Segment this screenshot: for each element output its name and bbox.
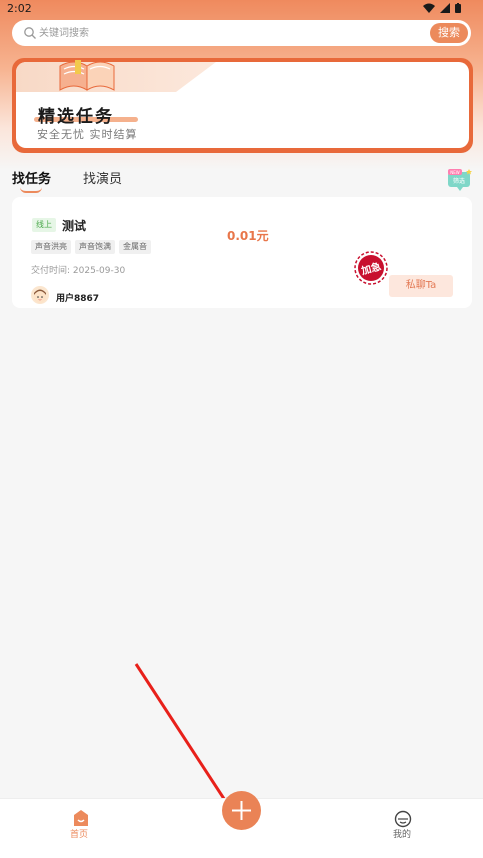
search-icon [24,27,36,39]
profile-icon[interactable] [394,810,412,828]
task-price: 0.01元 [227,229,269,243]
task-deadline: 交付时间: 2025-09-30 [31,266,126,276]
status-icons [423,3,461,13]
banner-title: 精选任务 [38,107,114,127]
tab-find-task[interactable]: 找任务 [12,168,51,187]
filter-icon[interactable]: NEW 筛选 [447,168,473,192]
battery-icon [455,3,461,13]
search-input[interactable] [39,23,429,43]
search-bar[interactable]: 搜索 [12,20,471,46]
task-card[interactable]: 线上 测试 0.01元 声音洪亮 声音饱满 金属音 交付时间: 2025-09-… [12,197,472,308]
book-icon [59,60,115,91]
wifi-icon [423,3,435,13]
featured-banner[interactable]: 精选任务 安全无忧 实时结算 [12,58,473,153]
task-title: 测试 [62,219,87,233]
signal-icon [440,3,450,13]
avatar-face-icon [34,289,46,303]
private-chat-button[interactable]: 私聊Ta [389,275,453,297]
search-button[interactable]: 搜索 [430,23,468,43]
nav-home-label[interactable]: 首页 [70,827,88,840]
user-name[interactable]: 用户8867 [56,291,99,304]
online-badge: 线上 [32,218,56,232]
task-tag: 金属音 [119,240,151,254]
task-tags: 声音洪亮 声音饱满 金属音 [31,240,151,254]
banner-subtitle: 安全无忧 实时结算 [37,128,138,141]
status-time: 2:02 [7,2,32,15]
avatar[interactable] [31,286,49,304]
active-tab-indicator [20,187,42,193]
task-tag: 声音洪亮 [31,240,71,254]
urgent-stamp-icon: 加急 [354,251,388,285]
task-tag: 声音饱满 [75,240,115,254]
filter-label: 筛选 [453,177,465,185]
tab-find-actor[interactable]: 找演员 [83,168,122,187]
home-icon[interactable] [68,809,94,827]
add-task-button[interactable] [222,791,261,830]
plus-icon [232,801,251,820]
status-bar: 2:02 [0,0,483,18]
filter-new-badge: NEW [450,170,460,175]
nav-mine-label[interactable]: 我的 [393,827,411,840]
